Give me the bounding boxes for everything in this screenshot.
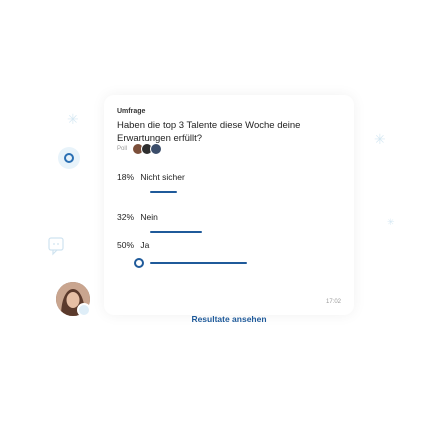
- poll-message-card: Umfrage Haben die top 3 Talente diese Wo…: [104, 95, 354, 324]
- chat-icon: [48, 237, 64, 256]
- radio-check-icon[interactable]: [134, 258, 144, 268]
- poll-question: Haben die top 3 Talente diese Woche dein…: [117, 120, 301, 144]
- sparkle-icon: ✳: [387, 217, 395, 227]
- option-percent: 18%: [117, 172, 135, 182]
- view-results-button[interactable]: Resultate ansehen: [104, 314, 354, 324]
- sparkle-icon: ✳: [374, 131, 386, 147]
- message-time: 17:02: [326, 299, 342, 305]
- option-label: Nicht sicher: [140, 172, 185, 182]
- poll-label: Poll: [117, 146, 128, 152]
- voter-avatar: [150, 143, 163, 155]
- poll-option-selected[interactable]: 50% Ja: [117, 240, 149, 250]
- poll-option[interactable]: 18% Nicht sicher: [117, 172, 185, 182]
- option-label: Ja: [140, 240, 150, 250]
- avatar-badge: [77, 303, 91, 317]
- poll-icon: [58, 147, 80, 169]
- option-result-bar: [150, 262, 247, 264]
- option-percent: 50%: [117, 240, 135, 250]
- message-type-label: Umfrage: [117, 108, 146, 115]
- option-percent: 32%: [117, 212, 135, 222]
- option-result-bar: [150, 231, 202, 233]
- sparkle-icon: ✳: [67, 111, 79, 127]
- option-label: Nein: [140, 212, 158, 222]
- poll-option[interactable]: 32% Nein: [117, 212, 158, 222]
- option-result-bar: [150, 191, 177, 193]
- poll-voters: Poll: [117, 143, 163, 155]
